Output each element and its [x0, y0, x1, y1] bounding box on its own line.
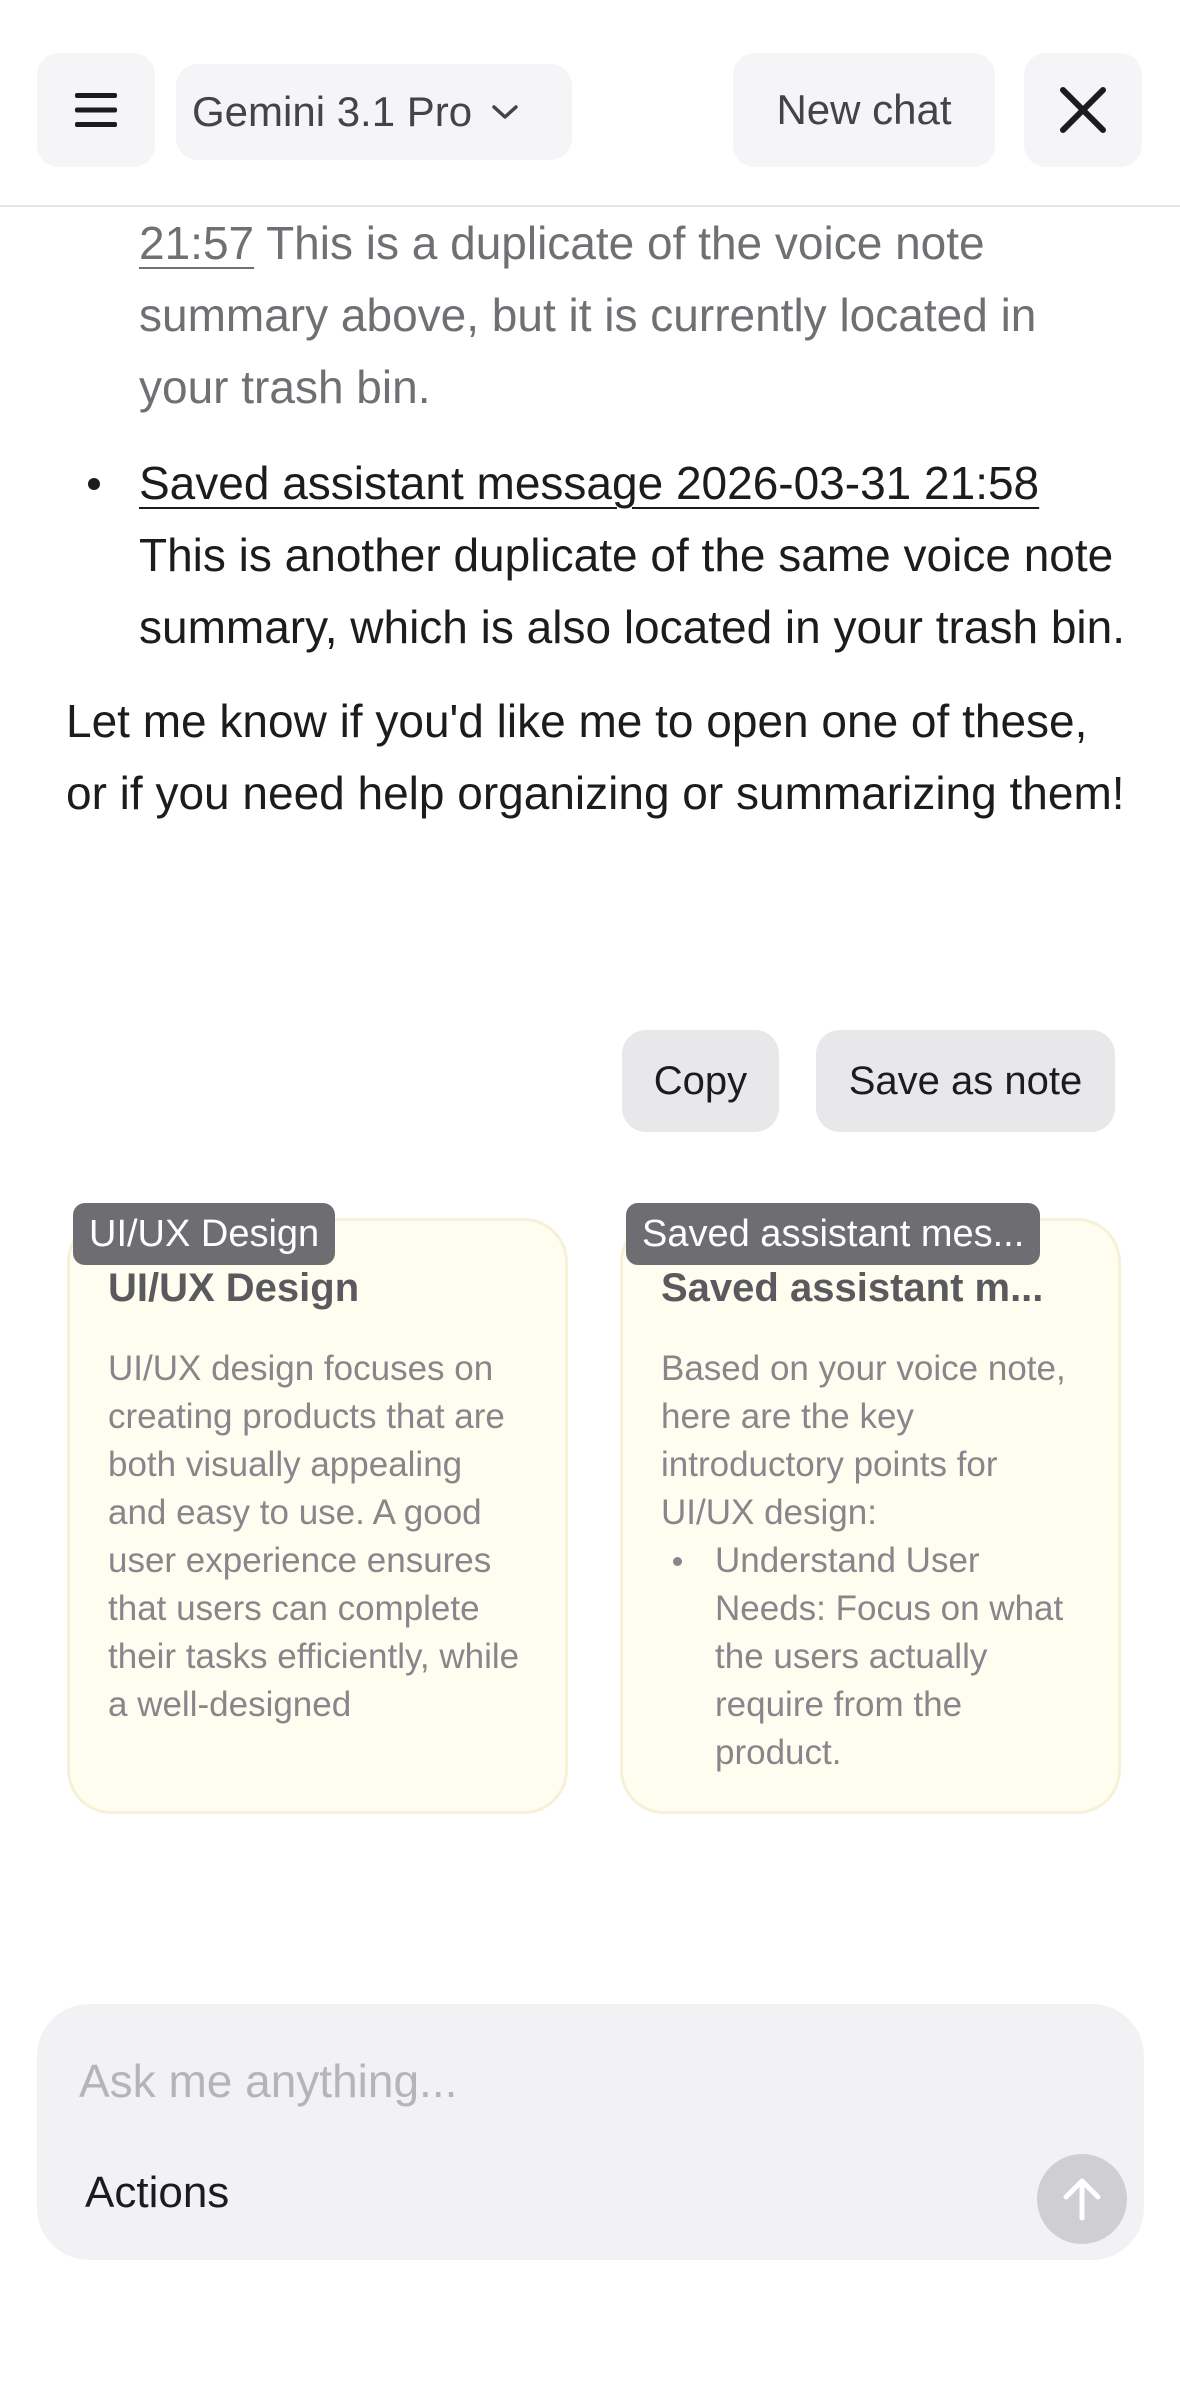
card-title: Saved assistant m... — [661, 1266, 1044, 1310]
card-bullet: Understand User Needs: Focus on what the… — [661, 1537, 1080, 1777]
close-icon — [1060, 87, 1106, 133]
actions-button[interactable]: Actions — [85, 2168, 229, 2218]
model-selector[interactable]: Gemini 3.1 Pro — [176, 64, 572, 160]
menu-button[interactable] — [37, 53, 155, 167]
list-item-description: This is a duplicate of the voice note su… — [139, 217, 1037, 413]
copy-button[interactable]: Copy — [622, 1030, 779, 1132]
message-input[interactable] — [79, 2046, 979, 2116]
card-bullet-list: Understand User Needs: Focus on what the… — [661, 1537, 1080, 1777]
saved-messages-list: 21:57 This is a duplicate of the voice n… — [66, 207, 1126, 663]
card-tag: Saved assistant mes... — [626, 1203, 1041, 1265]
card-tag: UI/UX Design — [73, 1203, 336, 1265]
new-chat-button[interactable]: New chat — [733, 53, 995, 167]
saved-message-link[interactable]: 21:57 — [139, 217, 254, 269]
close-button[interactable] — [1024, 53, 1142, 167]
composer: Actions — [37, 2004, 1144, 2260]
card-title: UI/UX Design — [108, 1266, 360, 1310]
card-body: UI/UX design focuses on creating product… — [108, 1349, 520, 1724]
assistant-message: 21:57 This is a duplicate of the voice n… — [66, 207, 1126, 829]
message-closing-paragraph: Let me know if you'd like me to open one… — [66, 695, 1125, 819]
list-item: 21:57 This is a duplicate of the voice n… — [66, 207, 1126, 423]
arrow-up-icon — [1063, 2178, 1101, 2221]
list-item-description: This is another duplicate of the same vo… — [139, 529, 1125, 653]
note-card[interactable]: Saved assistant m... Based on your voice… — [620, 1218, 1121, 1814]
hamburger-menu-icon — [75, 93, 117, 127]
saved-message-link[interactable]: Saved assistant message 2026-03-31 21:58 — [139, 457, 1039, 509]
chevron-down-icon — [490, 102, 520, 122]
card-intro: Based on your voice note, here are the k… — [661, 1349, 1066, 1532]
chat-page: Gemini 3.1 Pro New chat 21:57 This is a … — [0, 0, 1180, 2396]
note-card[interactable]: UI/UX Design UI/UX design focuses on cre… — [67, 1218, 568, 1814]
card-body: Based on your voice note, here are the k… — [661, 1345, 1080, 1777]
top-bar: Gemini 3.1 Pro New chat — [0, 0, 1180, 207]
save-as-note-button[interactable]: Save as note — [816, 1030, 1115, 1132]
list-item: Saved assistant message 2026-03-31 21:58… — [66, 447, 1126, 663]
send-button[interactable] — [1037, 2154, 1127, 2244]
model-name: Gemini 3.1 Pro — [192, 88, 473, 135]
